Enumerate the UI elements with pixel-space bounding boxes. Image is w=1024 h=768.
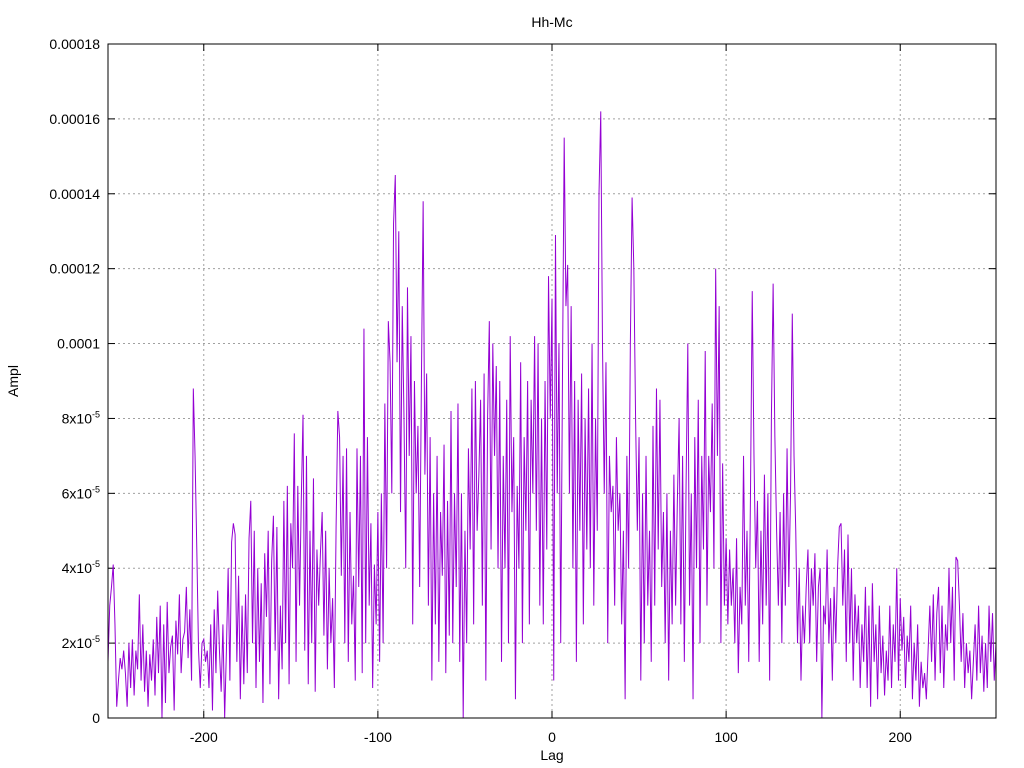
x-tick-label: 100: [714, 729, 738, 745]
y-tick-label-main: 6x10: [62, 485, 93, 501]
y-tick-label: 0.00016: [49, 111, 100, 127]
y-tick-label-main: 8x10: [62, 410, 93, 426]
x-tick-label: -100: [364, 729, 392, 745]
y-tick-label-main: 0.00018: [49, 36, 100, 52]
chart: -200 -100 0 100 200 02x10-54x10-56x10-58x10-…: [0, 0, 1024, 768]
y-tick-label-main: 0.00012: [49, 261, 100, 277]
y-tick-label: 0.00012: [49, 261, 100, 277]
x-tick-label: 200: [889, 729, 913, 745]
y-axis-label: Ampl: [5, 365, 21, 397]
y-tick-label-exponent: -5: [92, 559, 100, 569]
y-tick-label-main: 2x10: [62, 635, 93, 651]
y-tick-label: 0: [92, 710, 100, 726]
y-tick-label-main: 0: [92, 710, 100, 726]
x-axis-label: Lag: [540, 747, 563, 763]
y-tick-label: 0.00014: [49, 186, 100, 202]
y-tick-label-main: 4x10: [62, 560, 93, 576]
x-tick-label: 0: [548, 729, 556, 745]
y-tick-label-exponent: -5: [92, 634, 100, 644]
chart-title: Hh-Mc: [531, 14, 572, 30]
y-tick-label-main: 0.00016: [49, 111, 100, 127]
y-tick-label-main: 0.00014: [49, 186, 100, 202]
y-tick-label-main: 0.0001: [57, 336, 100, 352]
y-tick-label-exponent: -5: [92, 409, 100, 419]
x-tick-label: -200: [190, 729, 218, 745]
y-tick-label: 0.0001: [57, 336, 100, 352]
y-tick-label: 0.00018: [49, 36, 100, 52]
y-tick-label-exponent: -5: [92, 484, 100, 494]
